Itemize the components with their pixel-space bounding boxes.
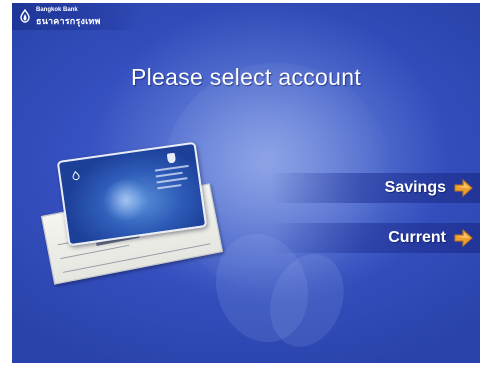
current-label: Current [388, 229, 446, 246]
account-illustration [34, 141, 224, 321]
atm-screen: Bangkok Bank ธนาคารกรุงเทพ Please select… [12, 3, 480, 363]
lotus-icon [20, 9, 30, 23]
arrow-right-icon[interactable] [452, 227, 474, 249]
card-logo-icon [72, 170, 80, 181]
card-graphic [100, 176, 152, 223]
page-title: Please select account [130, 64, 362, 90]
savings-account-option[interactable]: Savings [270, 173, 480, 203]
current-account-option[interactable]: Current [270, 223, 480, 253]
bank-header: Bangkok Bank ธนาคารกรุงเทพ [12, 3, 140, 30]
card-emblem [166, 152, 177, 164]
bank-name-en: Bangkok Bank [36, 7, 78, 13]
savings-label: Savings [384, 179, 446, 196]
arrow-right-icon[interactable] [452, 177, 474, 199]
card-text-lines [154, 164, 192, 193]
bank-name-th: ธนาคารกรุงเทพ [36, 16, 101, 26]
